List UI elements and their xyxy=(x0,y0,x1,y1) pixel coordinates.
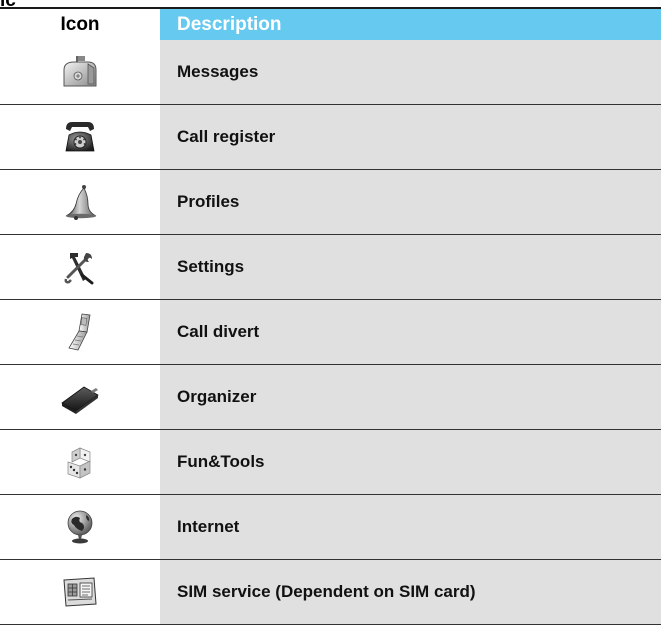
description-cell: Call divert xyxy=(160,299,661,365)
column-header-description: Description xyxy=(160,9,661,40)
table-row: Profiles xyxy=(0,169,661,235)
globe-icon xyxy=(67,510,93,544)
bell-icon xyxy=(65,185,97,220)
partial-heading: ic xyxy=(0,0,22,6)
rotary-telephone-icon xyxy=(65,122,95,152)
sim-card-icon xyxy=(63,577,97,607)
flip-phone-icon xyxy=(68,313,91,351)
table-row: Organizer xyxy=(0,364,661,430)
partial-heading-text: ic xyxy=(0,0,16,6)
icon-cell xyxy=(0,169,160,235)
description-cell: Organizer xyxy=(160,364,661,430)
table-row: Call divert xyxy=(0,299,661,365)
table-row: Internet xyxy=(0,494,661,560)
table-row: Call register xyxy=(0,104,661,170)
icon-cell xyxy=(0,494,160,560)
icon-cell xyxy=(0,559,160,625)
description-cell: Fun&Tools xyxy=(160,429,661,495)
description-cell: SIM service (Dependent on SIM card) xyxy=(160,559,661,625)
icon-table: Icon Description Messages Call register … xyxy=(0,9,661,625)
table-row: SIM service (Dependent on SIM card) xyxy=(0,559,661,625)
organizer-book-icon xyxy=(61,386,99,414)
icon-cell xyxy=(0,299,160,365)
table-header-row: Icon Description xyxy=(0,9,661,40)
description-cell: Call register xyxy=(160,104,661,170)
description-cell: Internet xyxy=(160,494,661,560)
icon-cell xyxy=(0,429,160,495)
description-cell: Settings xyxy=(160,234,661,300)
description-cell: Messages xyxy=(160,40,661,105)
description-cell: Profiles xyxy=(160,169,661,235)
icon-cell xyxy=(0,234,160,300)
table-row: Messages xyxy=(0,40,661,105)
mailbox-icon xyxy=(63,56,97,87)
icon-cell xyxy=(0,364,160,430)
icon-cell xyxy=(0,104,160,170)
icon-cell xyxy=(0,40,160,105)
hammer-wrench-icon xyxy=(64,253,94,285)
table-row: Fun&Tools xyxy=(0,429,661,495)
column-header-icon: Icon xyxy=(0,9,160,40)
table-row: Settings xyxy=(0,234,661,300)
dice-icon xyxy=(67,447,91,479)
